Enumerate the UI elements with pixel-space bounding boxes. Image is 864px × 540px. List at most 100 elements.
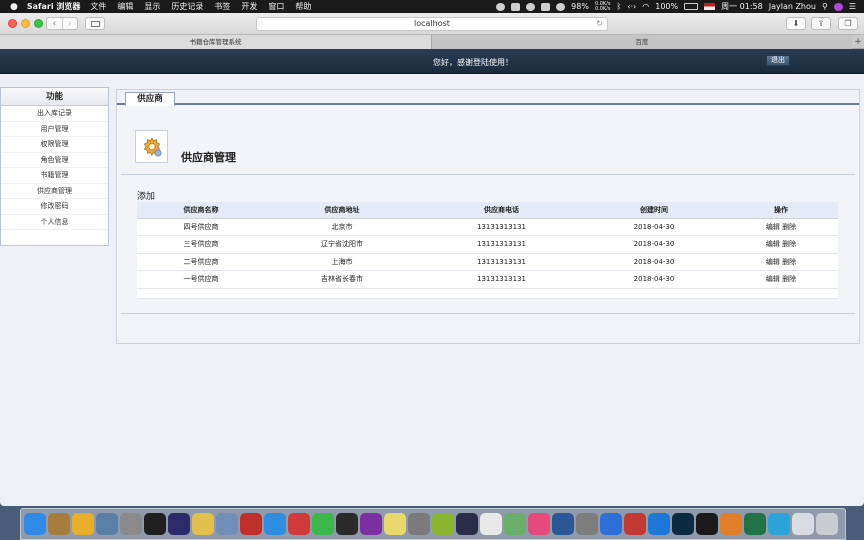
ball-icon[interactable] — [432, 513, 454, 535]
database-icon[interactable] — [216, 513, 238, 535]
downloads-icon[interactable]: ⬇ — [786, 17, 806, 30]
logout-button[interactable]: 退出 — [766, 55, 790, 66]
tab-supplier[interactable]: 供应商 — [125, 92, 175, 106]
bluetooth-icon[interactable]: ᛒ — [616, 2, 621, 11]
trash-icon[interactable] — [816, 513, 838, 535]
sidebar-toggle-icon[interactable] — [85, 17, 105, 30]
launchpad-icon[interactable] — [120, 513, 142, 535]
apple-menu-icon[interactable]: ● — [10, 2, 18, 12]
cpu-ring-icon[interactable] — [556, 2, 566, 11]
clock[interactable]: 周一 01:58 — [721, 1, 763, 12]
word-icon[interactable] — [552, 513, 574, 535]
minimize-window-icon[interactable] — [21, 19, 30, 28]
menu-bookmarks[interactable]: 书签 — [214, 1, 230, 12]
edit-link[interactable]: 编辑 — [766, 275, 780, 283]
browser-tab-baidu[interactable]: 百度 — [432, 35, 852, 49]
axure-rp-icon[interactable] — [360, 513, 382, 535]
system-preferences-icon[interactable] — [576, 513, 598, 535]
menu-develop[interactable]: 开发 — [241, 1, 257, 12]
edit-link[interactable]: 编辑 — [766, 258, 780, 266]
sidebar-item-stock-records[interactable]: 出入库记录 — [1, 106, 108, 122]
sublime-icon[interactable] — [720, 513, 742, 535]
wifi-icon[interactable]: ◠ — [642, 2, 649, 11]
bell-icon[interactable] — [541, 2, 551, 11]
calendar-icon[interactable] — [480, 513, 502, 535]
wechat-icon[interactable] — [312, 513, 334, 535]
excel-icon[interactable] — [744, 513, 766, 535]
menu-window[interactable]: 窗口 — [268, 1, 284, 12]
photo-booth-icon[interactable] — [288, 513, 310, 535]
cell-name: 一号供应商 — [137, 270, 265, 289]
safari-icon[interactable] — [264, 513, 286, 535]
preview-icon[interactable] — [96, 513, 118, 535]
close-window-icon[interactable] — [8, 19, 17, 28]
finder-icon[interactable] — [24, 513, 46, 535]
cell-phone: 13131313131 — [419, 218, 584, 236]
code-icon[interactable]: ‹·› — [627, 2, 636, 11]
delete-link[interactable]: 删除 — [782, 240, 796, 248]
share-icon[interactable]: ⇪ — [811, 17, 831, 30]
browser-tab-active[interactable]: 书籍仓库管理系统 — [0, 35, 432, 49]
net-down: 0.0K/s — [594, 5, 611, 12]
input-source-flag-icon[interactable] — [704, 3, 716, 10]
address-bar[interactable]: localhost ↻ — [256, 17, 608, 31]
forward-icon[interactable]: › — [61, 18, 78, 29]
hat-icon[interactable] — [456, 513, 478, 535]
menu-view[interactable]: 显示 — [144, 1, 160, 12]
reload-icon[interactable]: ↻ — [596, 18, 603, 30]
eclipse-icon[interactable] — [168, 513, 190, 535]
battery-icon[interactable] — [684, 3, 699, 10]
tab-overview-icon[interactable]: ❐ — [838, 17, 858, 30]
sidebar-item-permissions[interactable]: 权限管理 — [1, 137, 108, 153]
delete-link[interactable]: 删除 — [782, 275, 796, 283]
sidebar-item-profile[interactable]: 个人信息 — [1, 215, 108, 230]
back-icon[interactable]: ‹ — [47, 18, 62, 29]
menu-help[interactable]: 帮助 — [295, 1, 311, 12]
record-icon[interactable] — [496, 2, 506, 11]
redis-icon[interactable] — [240, 513, 262, 535]
table-header-row: 供应商名称 供应商地址 供应商电话 创建时间 操作 — [137, 202, 838, 219]
sidebar-item-books[interactable]: 书籍管理 — [1, 168, 108, 184]
user-name[interactable]: Jaylan Zhou — [769, 2, 816, 11]
browser-icon[interactable] — [768, 513, 790, 535]
intellij-icon[interactable] — [144, 513, 166, 535]
qq-penguin-icon[interactable] — [696, 513, 718, 535]
photoshop-icon[interactable] — [672, 513, 694, 535]
sidebar-item-roles[interactable]: 角色管理 — [1, 153, 108, 168]
content-panel: 供应商 供应商管理 添加 供应商名称 供应商地址 供应商电话 创建时间 操作 四… — [116, 89, 860, 344]
delete-link[interactable]: 删除 — [782, 258, 796, 266]
menu-history[interactable]: 历史记录 — [171, 1, 203, 12]
peanut-icon[interactable] — [192, 513, 214, 535]
new-tab-icon[interactable]: + — [852, 35, 864, 49]
remote-desktop-icon[interactable] — [624, 513, 646, 535]
delete-link[interactable]: 删除 — [782, 223, 796, 231]
menu-file[interactable]: 文件 — [90, 1, 106, 12]
sidebar-item-change-password[interactable]: 修改密码 — [1, 199, 108, 215]
notification-center-icon[interactable]: ☰ — [849, 2, 856, 11]
edit-link[interactable]: 编辑 — [766, 240, 780, 248]
edit-link[interactable]: 编辑 — [766, 223, 780, 231]
qq-tray-icon[interactable] — [526, 2, 536, 11]
sketch-icon[interactable] — [408, 513, 430, 535]
documents-folder-icon[interactable] — [792, 513, 814, 535]
content-tab-strip: 供应商 — [117, 90, 859, 106]
stickies-icon[interactable] — [384, 513, 406, 535]
cell-actions: 编辑 删除 — [724, 270, 838, 289]
maps-icon[interactable] — [504, 513, 526, 535]
chrome-icon[interactable] — [72, 513, 94, 535]
itunes-icon[interactable] — [528, 513, 550, 535]
sidebar-item-suppliers[interactable]: 供应商管理 — [1, 184, 108, 199]
teamviewer-icon[interactable] — [648, 513, 670, 535]
menu-edit[interactable]: 编辑 — [117, 1, 133, 12]
baidu-cloud-icon[interactable] — [600, 513, 622, 535]
siri-icon[interactable] — [833, 2, 843, 11]
wechat-tray-icon[interactable] — [511, 2, 521, 11]
zoom-window-icon[interactable] — [34, 19, 43, 28]
sidebar-item-users[interactable]: 用户管理 — [1, 122, 108, 137]
spotlight-icon[interactable]: ⚲ — [822, 2, 828, 11]
app-menu[interactable]: Safari 浏览器 — [27, 1, 81, 12]
add-supplier-button[interactable]: 添加 — [137, 189, 155, 202]
qq-icon[interactable] — [336, 513, 358, 535]
cell-address: 上海市 — [265, 253, 419, 271]
notes-book-icon[interactable] — [48, 513, 70, 535]
